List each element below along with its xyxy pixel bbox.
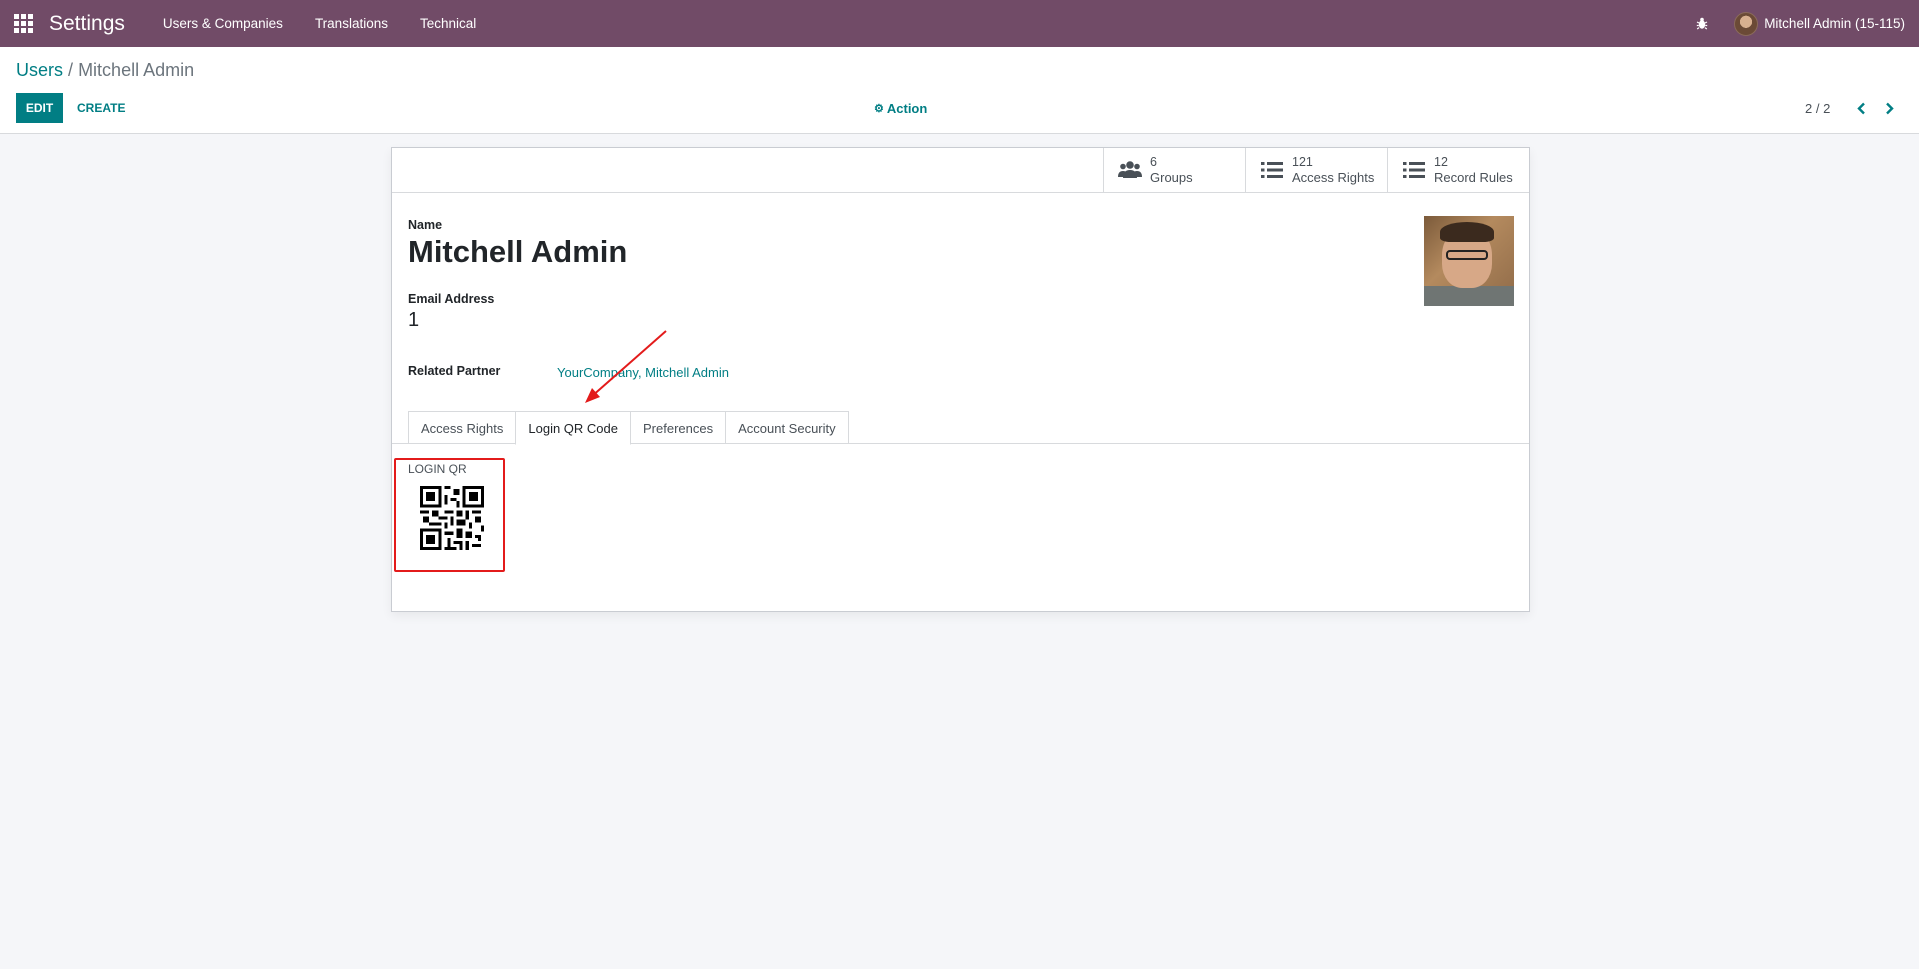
apps-grid-icon[interactable]: [0, 0, 47, 47]
groups-stat-button[interactable]: 6 Groups: [1103, 148, 1245, 192]
breadcrumb-current: Mitchell Admin: [78, 60, 195, 80]
related-partner-link[interactable]: YourCompany, Mitchell Admin: [557, 365, 729, 380]
menu-technical[interactable]: Technical: [404, 16, 492, 31]
breadcrumb-separator: /: [68, 60, 74, 80]
menu-users-companies[interactable]: Users & Companies: [147, 16, 299, 31]
qr-highlight-box: [394, 458, 505, 572]
tab-access-rights[interactable]: Access Rights: [408, 411, 517, 444]
record-rules-label: Record Rules: [1434, 170, 1513, 185]
edit-button[interactable]: EDIT: [16, 93, 63, 123]
tab-account-security[interactable]: Account Security: [725, 411, 849, 444]
bug-icon[interactable]: [1682, 0, 1722, 47]
control-panel: Users / Mitchell Admin EDIT CREATE ⚙ Act…: [0, 47, 1919, 134]
action-menu-button[interactable]: ⚙ Action: [874, 93, 927, 123]
email-value: 1: [408, 309, 420, 331]
pager-value[interactable]: 2 / 2: [1805, 93, 1830, 123]
access-rights-stat-button[interactable]: 121 Access Rights: [1245, 148, 1387, 192]
name-label: Name: [408, 218, 443, 232]
create-button[interactable]: CREATE: [70, 93, 132, 123]
tab-login-qr-code[interactable]: Login QR Code: [515, 411, 631, 445]
list-icon: [1260, 159, 1284, 181]
user-photo[interactable]: [1424, 216, 1514, 306]
menu-translations[interactable]: Translations: [299, 16, 404, 31]
user-name: Mitchell Admin (15-115): [1764, 16, 1905, 31]
chevron-left-icon[interactable]: [1850, 93, 1872, 123]
list-icon: [1402, 159, 1426, 181]
breadcrumb: Users / Mitchell Admin: [16, 60, 194, 81]
action-label: Action: [886, 100, 928, 116]
app-title[interactable]: Settings: [49, 12, 125, 36]
divider: [392, 192, 1529, 193]
access-rights-label: Access Rights: [1292, 170, 1375, 185]
notebook-tabs: Access Rights Login QR Code Preferences …: [408, 411, 849, 445]
avatar: [1734, 11, 1759, 36]
top-navbar: Settings Users & Companies Translations …: [0, 0, 1919, 47]
chevron-right-icon[interactable]: [1878, 93, 1900, 123]
gear-icon: ⚙: [874, 102, 884, 115]
breadcrumb-users-link[interactable]: Users: [16, 60, 63, 80]
access-rights-count: 121: [1292, 155, 1313, 169]
tab-preferences[interactable]: Preferences: [630, 411, 727, 444]
related-partner-label: Related Partner: [408, 364, 501, 378]
user-menu[interactable]: Mitchell Admin (15-115): [1734, 11, 1919, 36]
record-rules-count: 12: [1434, 155, 1448, 169]
record-rules-stat-button[interactable]: 12 Record Rules: [1387, 148, 1529, 192]
groups-label: Groups: [1150, 170, 1193, 185]
email-label: Email Address: [408, 292, 495, 306]
groups-count: 6: [1150, 155, 1157, 169]
smart-button-box: 6 Groups 121 Access Rights 12 Record Rul…: [1103, 148, 1529, 192]
form-sheet: 6 Groups 121 Access Rights 12 Record Rul…: [391, 147, 1530, 612]
user-name-value: Mitchell Admin: [408, 234, 628, 269]
users-icon: [1118, 159, 1142, 181]
